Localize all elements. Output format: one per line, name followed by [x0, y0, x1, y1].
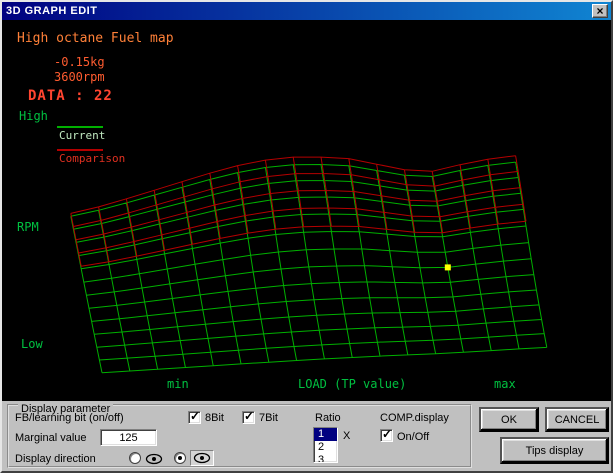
cancel-button[interactable]: CANCEL [545, 407, 609, 432]
marginal-value-input[interactable] [100, 429, 157, 446]
ratio-label: Ratio [315, 412, 341, 424]
legend-comparison-line [57, 149, 103, 151]
view-direction-icon-1[interactable] [145, 453, 163, 465]
graph-area: High octane Fuel map -0.15kg 3600rpm DAT… [2, 20, 611, 401]
titlebar[interactable]: 3D GRAPH EDIT × [2, 2, 611, 20]
close-button[interactable]: × [592, 4, 608, 18]
control-panel: Display parameter FB/learning bit (on/of… [2, 401, 611, 471]
checkbox-8bit[interactable] [188, 409, 201, 424]
axis-high-label: High [19, 109, 48, 123]
axis-load-label: LOAD (TP value) [298, 377, 407, 391]
graph-edit-window: 3D GRAPH EDIT × High octane Fuel map -0.… [0, 0, 613, 473]
checkbox-8bit-label[interactable]: 8Bit [205, 412, 224, 424]
axis-max-label: max [494, 377, 516, 391]
checkbox-onoff-label[interactable]: On/Off [397, 431, 429, 443]
axis-rpm-label: RPM [17, 220, 39, 234]
display-direction-label: Display direction [15, 453, 96, 465]
marginal-value-label: Marginal value [15, 432, 87, 444]
tips-display-button[interactable]: Tips display [500, 437, 609, 464]
screenshot-root: { "titlebar": { "title": "3D GRAPH EDIT"… [0, 0, 613, 473]
ratio-option-1[interactable]: 1 [314, 428, 337, 441]
legend-current-line [57, 126, 103, 128]
window-title: 3D GRAPH EDIT [6, 5, 98, 17]
checkbox-7bit-label[interactable]: 7Bit [259, 412, 278, 424]
axis-low-label: Low [21, 337, 43, 351]
checkbox-7bit[interactable] [242, 409, 255, 424]
weight-value: -0.15kg [54, 55, 105, 69]
axis-min-label: min [167, 377, 189, 391]
selected-cell-marker[interactable] [444, 264, 451, 271]
ratio-option-3[interactable]: 3 [314, 454, 337, 462]
ok-button[interactable]: OK [479, 407, 539, 432]
direction-radio-1[interactable] [129, 452, 141, 464]
legend-comparison-label: Comparison [59, 152, 126, 165]
map-title: High octane Fuel map [17, 31, 174, 46]
rpm-value: 3600rpm [54, 70, 105, 84]
comp-display-label: COMP.display [380, 412, 449, 424]
direction-radio-2[interactable] [174, 452, 186, 464]
mesh-comparison [70, 155, 527, 267]
data-value: DATA : 22 [28, 88, 113, 104]
view-direction-icon-2-box[interactable] [190, 450, 214, 466]
checkbox-onoff[interactable] [380, 427, 393, 442]
ratio-option-2[interactable]: 2 [314, 441, 337, 454]
legend-current-label: Current [59, 129, 106, 142]
ratio-multiply-label: X [343, 430, 351, 442]
view-direction-icon-2 [193, 452, 211, 464]
close-icon: × [596, 4, 604, 18]
ratio-listbox[interactable]: 123 [313, 427, 338, 463]
fb-learning-label: FB/learning bit (on/off) [15, 412, 124, 424]
